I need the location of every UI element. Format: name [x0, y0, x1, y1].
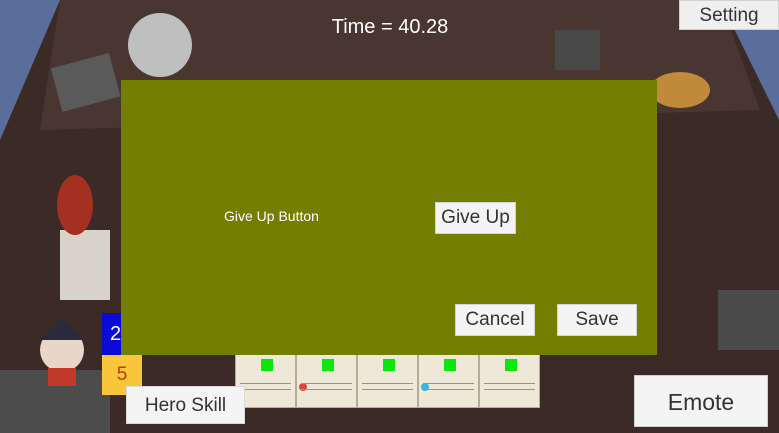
- hero-skill-button[interactable]: Hero Skill: [126, 386, 245, 424]
- cancel-button[interactable]: Cancel: [455, 304, 535, 336]
- give-up-button[interactable]: Give Up: [435, 202, 516, 234]
- give-up-dialog: Give Up Button Give Up Cancel Save: [121, 80, 657, 355]
- turn-timer: Time = 40.28: [331, 16, 449, 38]
- player-hand: [235, 352, 540, 408]
- card-gem-icon: [505, 359, 517, 371]
- hand-card[interactable]: [479, 352, 540, 408]
- emote-button[interactable]: Emote: [634, 375, 768, 427]
- save-button[interactable]: Save: [557, 304, 637, 336]
- card-gem-icon: [322, 359, 334, 371]
- card-gem-icon: [383, 359, 395, 371]
- dialog-label: Give Up Button: [224, 208, 319, 224]
- hand-card[interactable]: [418, 352, 479, 408]
- setting-button[interactable]: Setting: [679, 0, 779, 30]
- card-gem-icon: [444, 359, 456, 371]
- card-gem-icon: [261, 359, 273, 371]
- hand-card[interactable]: [296, 352, 357, 408]
- hand-card[interactable]: [357, 352, 418, 408]
